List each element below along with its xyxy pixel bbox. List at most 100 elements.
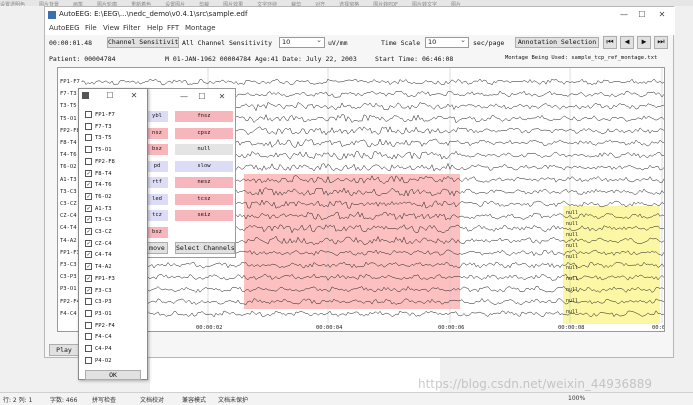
play-button[interactable]: Play [49, 344, 79, 356]
channel-checkbox-item[interactable]: F4-C4 [85, 333, 112, 341]
maximize-icon[interactable]: ☐ [195, 91, 209, 103]
annotation-tag-button[interactable]: seiz [175, 210, 233, 221]
channel-checkbox-item[interactable]: FP1-F7 [85, 111, 115, 118]
channel-checkbox-item[interactable]: C4-P4 [85, 345, 112, 352]
unchecked-checkbox[interactable] [85, 321, 92, 329]
annotation-tag-button[interactable]: pd [146, 160, 168, 172]
annotation-tag-button[interactable]: tcsz [175, 193, 233, 205]
doc-proof[interactable]: 文档校对 [140, 395, 164, 404]
channel-checkbox-item[interactable]: ✓ C4-T4 [85, 251, 112, 259]
unchecked-checkbox[interactable] [85, 134, 92, 142]
close-button[interactable]: ✕ [655, 9, 669, 21]
checked-checkbox[interactable]: ✓ [85, 251, 92, 259]
annotation-tag-button[interactable]: null [175, 144, 233, 155]
close-icon[interactable]: ✕ [127, 90, 141, 102]
channel-checkbox-item[interactable]: P4-O2 [85, 356, 112, 364]
annotation-tag-button[interactable]: nesz [175, 177, 233, 188]
channel-checkbox-item[interactable]: T5-O1 [85, 146, 112, 154]
checked-checkbox[interactable]: ✓ [85, 263, 92, 271]
next-page-icon[interactable]: ▶ [637, 36, 651, 49]
doc-protect[interactable]: 文档未保护 [218, 395, 248, 404]
unchecked-checkbox[interactable] [85, 333, 92, 341]
minimize-icon[interactable]: — [177, 91, 191, 103]
channel-checkbox-item[interactable]: ✓ T3-C3 [85, 216, 112, 224]
annotation-tag-button[interactable]: bsz [146, 144, 168, 155]
document-preview [150, 358, 440, 392]
last-page-icon[interactable]: ⏭ [654, 36, 668, 49]
channel-checkbox-label: C3-P3 [95, 299, 112, 306]
annotation-tag-button[interactable]: slow [175, 160, 233, 172]
annotation-tag-button[interactable]: cpsz [175, 127, 233, 139]
channel-checkbox-item[interactable]: FP2-F4 [85, 321, 115, 329]
checked-checkbox[interactable]: ✓ [85, 181, 92, 189]
checked-checkbox[interactable]: ✓ [85, 239, 92, 247]
annotation-tag-button[interactable]: nsz [146, 127, 168, 139]
menu-filter[interactable]: Filter [123, 24, 140, 32]
channel-checkbox-item[interactable]: ✓ FP1-F3 [85, 274, 115, 282]
channel-checkbox-item[interactable]: ✓ F8-T4 [85, 169, 112, 177]
channel-checkbox-item[interactable]: ✓ T4-T6 [85, 181, 112, 189]
channel-checkbox-item[interactable]: F7-T3 [85, 122, 112, 130]
checked-checkbox[interactable]: ✓ [85, 228, 92, 235]
close-icon[interactable]: ✕ [215, 91, 229, 103]
annotation-tag-button[interactable]: bsz [146, 226, 168, 238]
checked-checkbox[interactable]: ✓ [85, 169, 92, 177]
first-page-icon[interactable]: ⏮ [603, 36, 617, 49]
annotation-tag-button[interactable]: rtf [146, 177, 168, 188]
zoom-level[interactable]: 100% [568, 395, 585, 402]
channel-checkbox-label: A1-T3 [95, 205, 112, 212]
annotation-tag-button[interactable]: ybl [146, 111, 168, 122]
channel-checkbox-label: FP2-F4 [95, 322, 115, 329]
status-word-count[interactable]: 字数: 466 [50, 395, 77, 404]
minimize-button[interactable]: — [617, 9, 631, 21]
unchecked-checkbox[interactable] [85, 309, 92, 317]
select-channels-button[interactable]: Select Channels [175, 242, 235, 254]
channel-checkbox-item[interactable]: ✓ F3-C3 [85, 286, 112, 294]
annotation-selection-button[interactable]: Annotation Selection [515, 37, 599, 48]
unchecked-checkbox[interactable] [85, 345, 92, 352]
channel-checkbox-item[interactable]: C3-P3 [85, 298, 112, 306]
channel-label: FP2-F4 [60, 298, 80, 305]
remove-button[interactable]: move [146, 242, 168, 254]
channel-label: T4-A2 [60, 237, 77, 244]
ok-button[interactable]: OK [85, 370, 141, 380]
channel-checkbox-item[interactable]: ✓ C3-CZ [85, 228, 112, 235]
unchecked-checkbox[interactable] [85, 356, 92, 364]
menu-view[interactable]: View [103, 24, 120, 32]
annotation-tag-button[interactable]: led [146, 193, 168, 205]
channel-checkbox-item[interactable]: ✓ T4-A2 [85, 263, 112, 271]
checked-checkbox[interactable]: ✓ [85, 216, 92, 224]
unchecked-checkbox[interactable] [85, 122, 92, 130]
unchecked-checkbox[interactable] [85, 146, 92, 154]
menu-autoeeg[interactable]: AutoEEG [49, 24, 80, 32]
menu-montage[interactable]: Montage [185, 24, 216, 32]
channel-label: T3-C3 [60, 188, 77, 195]
checked-checkbox[interactable]: ✓ [85, 286, 92, 294]
unchecked-checkbox[interactable] [85, 298, 92, 306]
minimize-icon[interactable]: ☐ [103, 90, 117, 102]
channel-checkbox-item[interactable]: FP2-F8 [85, 157, 115, 165]
channel-checkbox-item[interactable]: ✓ T6-O2 [85, 192, 112, 200]
prev-page-icon[interactable]: ◀ [620, 36, 634, 49]
channel-checkbox-item[interactable]: ✓ CZ-C4 [85, 239, 112, 247]
unchecked-checkbox[interactable] [85, 157, 92, 165]
menu-file[interactable]: File [85, 24, 97, 32]
channel-sensitivity-button[interactable]: Channel Sensitivity [107, 37, 179, 48]
patient-id: Patient: 00004784 [49, 55, 116, 63]
checked-checkbox[interactable]: ✓ [85, 192, 92, 200]
menu-fft[interactable]: FFT [167, 24, 179, 32]
maximize-button[interactable]: ☐ [635, 9, 649, 21]
time-scale-select[interactable]: 10 [425, 36, 469, 48]
checked-checkbox[interactable]: ✓ [85, 274, 92, 282]
menu-help[interactable]: Help [147, 24, 163, 32]
spell-check[interactable]: 拼写检查 [92, 395, 116, 404]
unchecked-checkbox[interactable] [85, 111, 92, 118]
annotation-tag-button[interactable]: fnsz [175, 111, 233, 122]
channel-checkbox-item[interactable]: P3-O1 [85, 309, 112, 317]
channel-checkbox-item[interactable]: ✓ A1-T3 [85, 204, 112, 212]
annotation-tag-button[interactable]: tcz [146, 210, 168, 221]
channel-checkbox-item[interactable]: T3-T5 [85, 134, 112, 142]
sensitivity-select[interactable]: 10 [279, 36, 325, 48]
checked-checkbox[interactable]: ✓ [85, 204, 92, 212]
ribbon-item[interactable]: 设置透明色 [0, 1, 25, 6]
